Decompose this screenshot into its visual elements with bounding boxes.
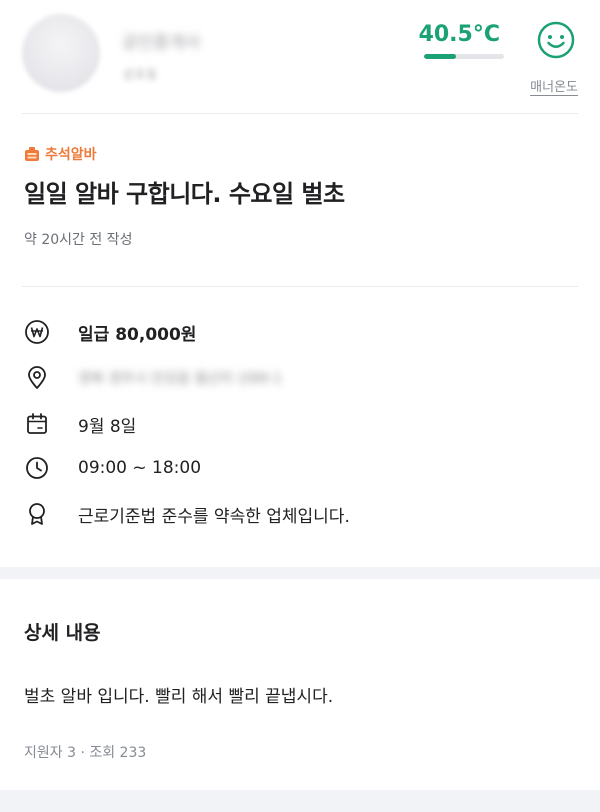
manner-temperature-label[interactable]: 매너온도 [530, 76, 578, 95]
post-stats: 지원자 3 · 조회 233 [24, 745, 147, 761]
section-separator [0, 790, 600, 812]
job-post-page: 공인중개사 성포동 40.5°C 매너온도 추석알바 일일 알바 구합니다. 수 [0, 0, 600, 812]
date-text: 9월 8일 [78, 416, 137, 437]
info-row-location[interactable]: 경북 경주시 안강읍 월산리 산89-1 [24, 364, 282, 392]
manner-temperature-bar-fill [424, 54, 456, 59]
location-pin-icon [28, 366, 46, 389]
location-text[interactable]: 경북 경주시 안강읍 월산리 산89-1 [78, 368, 282, 388]
author-region: 성포동 [122, 68, 158, 83]
section-separator [0, 567, 600, 579]
certification-text: 근로기준법 준수를 약속한 업체입니다. [78, 506, 350, 527]
info-row-time: 09:00 ~ 18:00 [24, 454, 201, 482]
post-title: 일일 알바 구합니다. 수요일 벌초 [24, 180, 345, 208]
author-profile[interactable]: 공인중개사 성포동 40.5°C 매너온도 [0, 0, 600, 112]
divider [22, 113, 578, 114]
divider [22, 286, 578, 287]
author-name[interactable]: 공인중개사 [122, 28, 200, 53]
details-body: 벌초 알바 입니다. 빨리 해서 빨리 끝냅시다. [24, 687, 334, 707]
posted-time: 약 20시간 전 작성 [24, 232, 133, 248]
time-text: 09:00 ~ 18:00 [78, 458, 202, 478]
category-badge: 추석알바 [24, 144, 97, 164]
calendar-icon [27, 413, 47, 434]
wage-text: 일급 80,000원 [78, 324, 197, 345]
info-row-date: 9월 8일 [24, 410, 136, 438]
manner-temperature-widget[interactable]: 40.5°C 매너온도 [408, 20, 578, 100]
won-coin-icon [25, 320, 49, 344]
manner-temperature-value: 40.5°C [418, 22, 500, 47]
details-section-title: 상세 내용 [24, 622, 101, 644]
smiley-face-icon [537, 21, 575, 59]
award-badge-icon [29, 503, 45, 525]
chuseok-icon [25, 147, 39, 161]
avatar[interactable] [22, 14, 100, 92]
clock-icon [26, 457, 48, 479]
info-row-wage: 일급 80,000원 [24, 318, 196, 346]
manner-temperature-bar [424, 54, 504, 59]
category-badge-label: 추석알바 [45, 147, 97, 163]
info-row-certification: 근로기준법 준수를 약속한 업체입니다. [24, 500, 350, 528]
